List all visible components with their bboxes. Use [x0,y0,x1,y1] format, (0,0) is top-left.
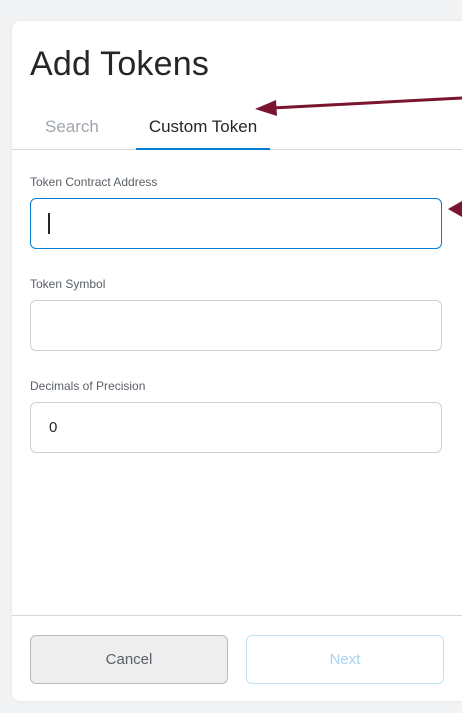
text-caret [48,213,50,234]
decimals-label: Decimals of Precision [30,379,146,393]
decimals-input[interactable] [30,402,442,453]
page-title: Add Tokens [30,45,210,83]
contract-address-label: Token Contract Address [30,175,158,189]
dialog-footer: Cancel Next [12,615,462,701]
next-button[interactable]: Next [246,635,444,684]
add-tokens-dialog: Add Tokens Search Custom Token Token Con… [12,21,462,701]
cancel-button[interactable]: Cancel [30,635,228,684]
tab-search[interactable]: Search [45,117,99,137]
token-symbol-input[interactable] [30,300,442,351]
tab-bar: Search Custom Token [12,111,462,150]
token-symbol-label: Token Symbol [30,277,106,291]
contract-address-input[interactable] [30,198,442,249]
tab-custom-token[interactable]: Custom Token [136,117,270,150]
